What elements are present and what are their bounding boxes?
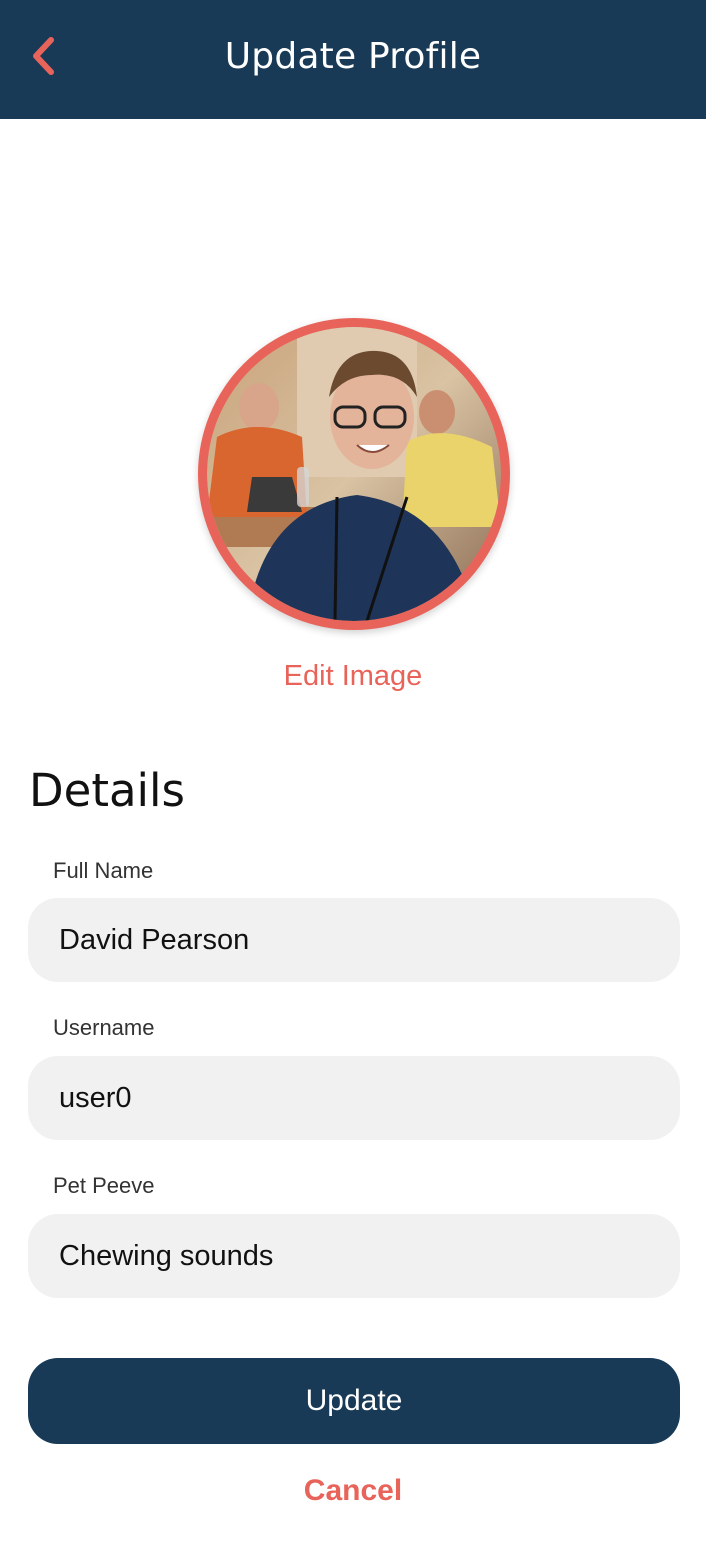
avatar [198,318,510,630]
cancel-button[interactable]: Cancel [0,1474,706,1508]
update-button[interactable]: Update [28,1358,680,1444]
full-name-field[interactable] [28,898,680,982]
edit-image-link[interactable]: Edit Image [0,660,706,693]
username-label: Username [53,1015,155,1040]
pet-peeve-label: Pet Peeve [53,1173,155,1198]
full-name-label: Full Name [53,858,154,883]
page-title: Update Profile [224,36,482,77]
app-header: Update Profile [0,0,706,119]
pet-peeve-field[interactable] [28,1214,680,1298]
username-field[interactable] [28,1056,680,1140]
details-heading: Details [29,764,186,817]
profile-photo [207,327,501,621]
